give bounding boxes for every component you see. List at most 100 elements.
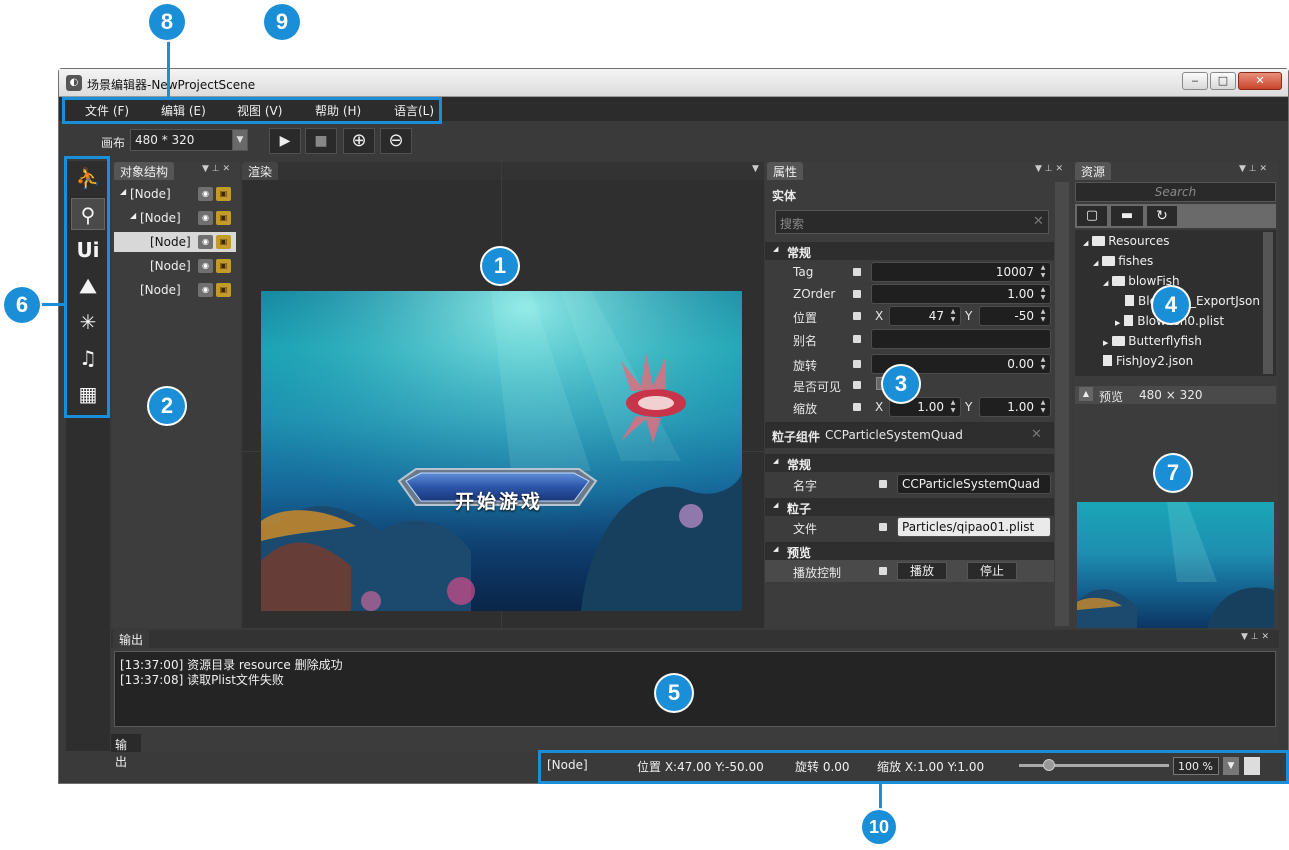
properties-search-input[interactable]: 搜索 xyxy=(775,210,1049,234)
eye-icon[interactable]: ◉ xyxy=(198,187,213,201)
pos-x-field[interactable]: 47 ▲ ▼ xyxy=(889,306,961,326)
eye-icon[interactable]: ◉ xyxy=(198,211,213,225)
resource-item[interactable]: ◢ Resources xyxy=(1083,234,1170,248)
expand-arrow-icon[interactable]: ◢ xyxy=(130,211,136,220)
stepper-icon[interactable]: ▲ ▼ xyxy=(1038,399,1048,415)
scene-canvas[interactable]: 开始游戏 xyxy=(261,291,742,611)
new-file-icon: ▢ xyxy=(1085,208,1099,223)
edit-icon xyxy=(879,480,887,488)
stepper-icon[interactable]: ▲ ▼ xyxy=(1038,356,1048,372)
properties-tab[interactable]: 属性 xyxy=(767,162,804,180)
panel-menu-icon[interactable]: ▼ ⊥ ✕ xyxy=(1239,164,1267,174)
start-game-button-text: 开始游戏 xyxy=(454,491,543,513)
clear-icon[interactable]: ✕ xyxy=(1033,214,1044,229)
resource-item[interactable]: BlowFish_ExportJson xyxy=(1125,294,1260,308)
file-field[interactable]: Particles/qipao01.plist xyxy=(897,517,1051,537)
section-general[interactable]: ◢ 常规 xyxy=(765,242,1054,260)
lock-icon[interactable]: ▣ xyxy=(216,259,231,273)
name-field[interactable]: CCParticleSystemQuad xyxy=(897,474,1051,494)
scale-y-field[interactable]: 1.00 ▲ ▼ xyxy=(979,397,1051,417)
render-tab[interactable]: 渲染 xyxy=(242,162,279,180)
zorder-field[interactable]: 1.00 ▲ ▼ xyxy=(871,284,1051,304)
position-label: 位置 xyxy=(793,311,818,325)
canvas-size-select[interactable]: 480 * 320 xyxy=(130,129,248,151)
resource-item[interactable]: ▶ Butterflyfish xyxy=(1103,334,1202,348)
tree-node[interactable]: [Node] ◉ ▣ xyxy=(114,256,238,276)
tag-value: 10007 xyxy=(995,265,1034,279)
lock-icon[interactable]: ▣ xyxy=(216,211,231,225)
tree-node[interactable]: ◢ [Node] ◉ ▣ xyxy=(114,184,238,204)
folder-icon xyxy=(1102,256,1116,266)
section-general-2[interactable]: ◢ 常规 xyxy=(765,454,1054,472)
eye-icon[interactable]: ◉ xyxy=(198,235,213,249)
properties-scrollbar[interactable] xyxy=(1055,182,1069,626)
output-tab[interactable]: 输出 xyxy=(111,734,141,769)
folder-icon xyxy=(1092,236,1106,246)
callout-badge: 4 xyxy=(1153,287,1189,323)
tree-node-selected[interactable]: [Node] ◉ ▣ xyxy=(114,232,236,252)
maximize-button[interactable]: □ xyxy=(1210,72,1236,90)
resource-item[interactable]: ◢ fishes xyxy=(1093,254,1153,268)
resources-scrollbar[interactable] xyxy=(1263,232,1273,374)
stepper-icon[interactable]: ▲ ▼ xyxy=(1038,286,1048,302)
object-tree-tab[interactable]: 对象结构 xyxy=(114,162,175,180)
new-folder-button[interactable]: ▬ xyxy=(1111,206,1143,226)
refresh-button[interactable]: ↻ xyxy=(1147,206,1177,226)
resources-tab[interactable]: 资源 xyxy=(1075,162,1112,180)
resource-item[interactable]: FishJoy2.json xyxy=(1103,354,1193,368)
panel-menu-icon[interactable]: ▼ xyxy=(752,164,759,174)
stop-button[interactable]: ■ xyxy=(305,128,337,154)
stop-particle-button[interactable]: 停止 xyxy=(967,562,1017,580)
section-preview[interactable]: ◢ 预览 xyxy=(765,542,1054,560)
preview-image xyxy=(1077,502,1274,628)
resources-search-input[interactable]: Search xyxy=(1075,182,1276,202)
zoom-in-button[interactable]: ⊕ xyxy=(343,128,375,154)
expand-arrow-icon[interactable]: ◢ xyxy=(120,187,126,196)
panel-menu-icon[interactable]: ▼ ⊥ ✕ xyxy=(1241,632,1269,642)
stepper-icon[interactable]: ▲ ▼ xyxy=(1038,264,1048,280)
output-panel: 输出 ▼ ⊥ ✕ [13:37:00] 资源目录 resource 删除成功 [… xyxy=(111,630,1279,769)
stepper-icon[interactable]: ▲ ▼ xyxy=(948,399,958,415)
play-button[interactable]: ▶ xyxy=(269,128,301,154)
resource-item[interactable]: ◢ blowFish xyxy=(1103,274,1180,288)
collapse-icon: ◢ xyxy=(773,501,779,509)
menu-highlight xyxy=(62,97,442,124)
lock-icon[interactable]: ▣ xyxy=(216,283,231,297)
zoom-out-button[interactable]: ⊖ xyxy=(380,128,412,154)
edit-icon xyxy=(879,523,887,531)
tree-node[interactable]: ◢ [Node] ◉ ▣ xyxy=(114,208,238,228)
pos-y-field[interactable]: -50 ▲ ▼ xyxy=(979,306,1051,326)
expand-arrow-icon: ◢ xyxy=(1103,279,1109,287)
stepper-icon[interactable]: ▲ ▼ xyxy=(948,308,958,324)
particle-component-label: 粒子组件 xyxy=(772,430,821,444)
lock-icon[interactable]: ▣ xyxy=(216,187,231,201)
underwater-scene xyxy=(261,291,742,611)
panel-menu-icon[interactable]: ▼ ⊥ ✕ xyxy=(1035,164,1063,174)
chevron-down-icon[interactable]: ▼ xyxy=(232,129,248,151)
lock-icon[interactable]: ▣ xyxy=(216,235,231,249)
collapse-icon[interactable]: ▲ xyxy=(1079,387,1093,401)
remove-component-icon[interactable]: ✕ xyxy=(1031,427,1042,442)
minimize-button[interactable]: ‒ xyxy=(1182,72,1208,90)
close-button[interactable]: ✕ xyxy=(1238,72,1282,90)
output-log: [13:37:00] 资源目录 resource 删除成功 [13:37:08]… xyxy=(114,651,1276,727)
alias-field[interactable] xyxy=(871,329,1051,349)
resource-label: FishJoy2.json xyxy=(1116,354,1194,368)
tag-field[interactable]: 10007 ▲ ▼ xyxy=(871,262,1051,282)
stepper-icon[interactable]: ▲ ▼ xyxy=(1038,308,1048,324)
play-particle-button[interactable]: 播放 xyxy=(897,562,947,580)
tree-node[interactable]: [Node] ◉ ▣ xyxy=(114,280,238,300)
alias-label: 别名 xyxy=(793,334,818,348)
section-particle[interactable]: ◢ 粒子 xyxy=(765,498,1054,516)
panel-menu-icon[interactable]: ▼ ⊥ ✕ xyxy=(202,164,230,174)
eye-icon[interactable]: ◉ xyxy=(198,283,213,297)
properties-panel: 属性 ▼ ⊥ ✕ 实体 搜索 ✕ ◢ 常规 Tag 10007 ▲ ▼ ZOrder… xyxy=(765,162,1072,628)
callout-badge: 5 xyxy=(656,675,692,711)
callout-badge: 2 xyxy=(149,388,185,424)
tree-node-label: [Node] xyxy=(130,187,171,201)
file-icon xyxy=(1124,315,1134,326)
eye-icon[interactable]: ◉ xyxy=(198,259,213,273)
callout-badge: 9 xyxy=(264,4,300,40)
pos-y-label: Y xyxy=(965,309,973,323)
new-file-button[interactable]: ▢ xyxy=(1077,206,1107,226)
